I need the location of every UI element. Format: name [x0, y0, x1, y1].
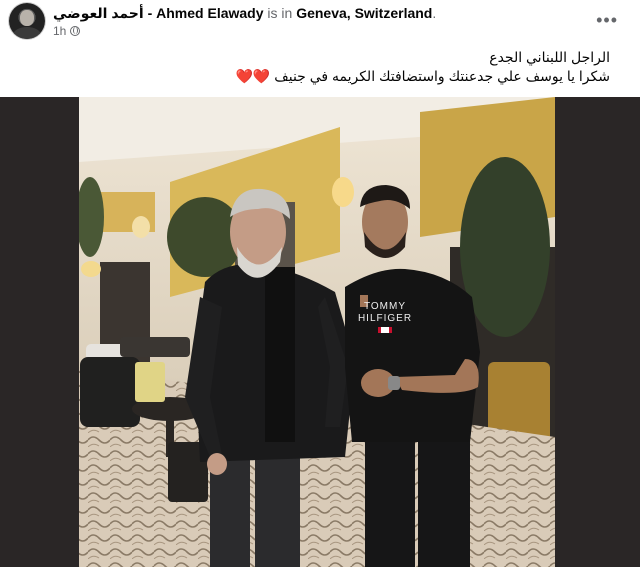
author-name-latin[interactable]: Ahmed Elawady: [156, 5, 263, 21]
photo-frame-left: [0, 97, 79, 567]
status-verb: is in: [263, 5, 297, 21]
shirt-text-line-1: TOMMY: [364, 301, 406, 312]
post-header: أحمد العوضي - Ahmed Elawady is in Geneva…: [0, 0, 640, 44]
photo-frame-right: [555, 97, 640, 567]
shirt-text-line-2: HILFIGER: [358, 313, 412, 324]
more-options-button[interactable]: •••: [596, 10, 618, 31]
post-meta: 1h: [53, 23, 81, 39]
avatar-face: [20, 10, 34, 26]
caption-line-1: الراجل اللبناني الجدع: [489, 49, 610, 65]
photo-illustration: TOMMY HILFIGER: [0, 97, 640, 567]
globe-icon: [70, 26, 81, 36]
caption-line-2-text: شكرا يا يوسف علي جدعنتك واستضافتك الكريم…: [274, 68, 610, 84]
post-photo[interactable]: TOMMY HILFIGER: [0, 97, 640, 567]
avatar-shoulders: [13, 27, 41, 39]
facebook-post: أحمد العوضي - Ahmed Elawady is in Geneva…: [0, 0, 640, 567]
location-link[interactable]: Geneva, Switzerland: [296, 5, 432, 21]
ellipsis-icon: •••: [596, 10, 618, 30]
author-avatar[interactable]: [9, 3, 45, 39]
post-time[interactable]: 1h: [53, 24, 66, 38]
heart-emoji-icon: ❤️❤️: [235, 68, 271, 84]
post-caption: الراجل اللبناني الجدع شكرا يا يوسف علي ج…: [50, 48, 610, 86]
author-name-arabic[interactable]: أحمد العوضي: [53, 5, 144, 21]
post-title-line: أحمد العوضي - Ahmed Elawady is in Geneva…: [53, 4, 436, 22]
author-name-separator: -: [143, 5, 157, 21]
caption-line-2: شكرا يا يوسف علي جدعنتك واستضافتك الكريم…: [50, 67, 610, 86]
title-period: .: [432, 5, 437, 21]
